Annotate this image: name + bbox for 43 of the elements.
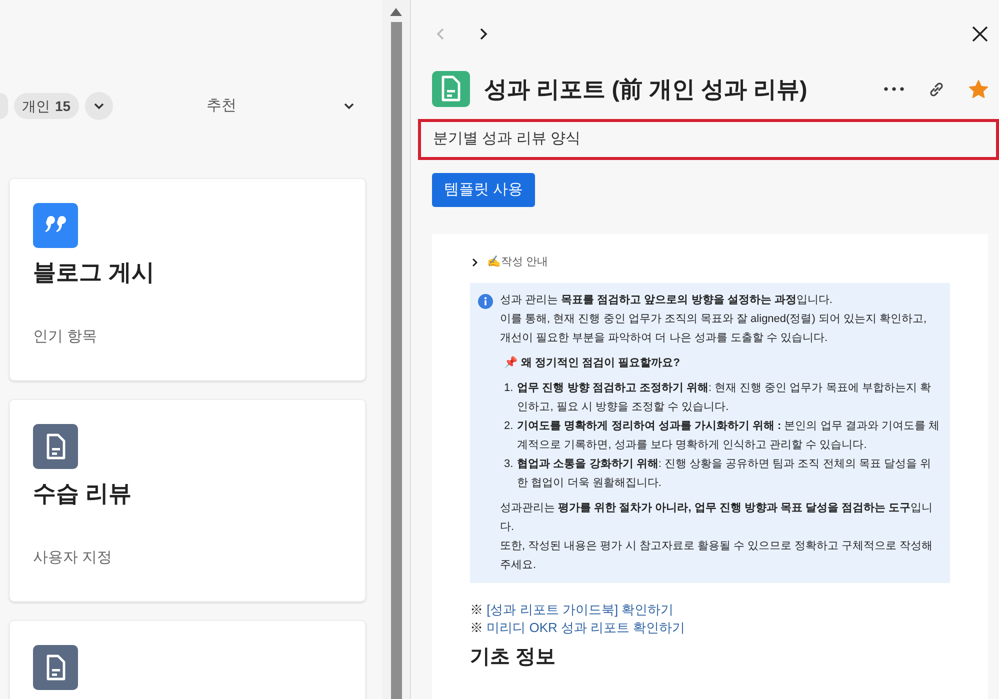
description-field[interactable]: 분기별 성과 리뷰 양식 — [418, 119, 999, 160]
list-number: 3. — [504, 456, 514, 472]
callout-text: 이를 통해, 현재 진행 중인 업무가 조직의 목표와 잘 aligned(정렬) 되어 있는지 확인하고, 개선이 필요한 부분을 파악하여 더 나은 성과를 도출할 수 있습니다. — [500, 312, 928, 346]
callout-text: 성과 관리는 목표를 점검하고 앞으로의 방향을 설정하는 과정입니다. — [500, 292, 834, 308]
scrollbar[interactable] — [382, 0, 410, 699]
callout-text: 성과관리는 평가를 위한 절차가 아니라, 업무 진행 방향과 목표 달성을 점검하는 도구입니다. — [500, 500, 934, 534]
info-icon — [478, 294, 493, 308]
card-subtitle: 인기 항목 — [33, 326, 98, 347]
chevron-left-icon — [436, 26, 446, 40]
use-template-button[interactable]: 템플릿 사용 — [432, 172, 536, 207]
chevron-right-icon — [478, 26, 488, 40]
list-item: 업무 진행 방향 점검하고 조정하기 위해: 현재 진행 중인 업무가 목표에 부합하는지 확인하고, 필요 시 방향을 조정할 수 있습니다. — [517, 380, 932, 414]
quote-icon — [33, 203, 78, 248]
more-icon — [884, 87, 904, 91]
toggle-caret-icon[interactable] — [470, 258, 479, 267]
sort-dropdown[interactable]: 추천 — [206, 94, 237, 118]
expand-button[interactable] — [84, 92, 113, 120]
guide-link[interactable]: [성과 리포트 가이드북] 확인하기 — [486, 602, 674, 616]
list-item: 협업과 소통을 강화하기 위해: 진행 상황을 공유하면 팀과 조직 전체의 목표 달성을 위한 협업이 더욱 원활해집니다. — [517, 456, 932, 490]
reference-mark: ※ — [470, 602, 484, 616]
page-title: 성과 리포트 (前 개인 성과 리뷰) — [484, 74, 808, 104]
document-icon — [432, 71, 470, 107]
document-icon — [33, 424, 78, 469]
callout-text: 또한, 작성된 내용은 평가 시 참고자료로 활용될 수 있으므로 정확하고 구체적으로 작성해 주세요. — [500, 538, 934, 572]
scroll-up-icon[interactable] — [390, 8, 402, 16]
template-card[interactable]: 수습 리뷰 사용자 지정 — [9, 399, 366, 602]
reference-mark: ※ — [470, 620, 484, 634]
toggle-label[interactable]: ✍작성 안내 — [487, 254, 548, 270]
card-title: 수습 리뷰 — [33, 479, 132, 508]
close-icon — [972, 26, 988, 42]
card-title: 블로그 게시 — [33, 258, 156, 287]
section-heading: 기초 정보 — [470, 644, 557, 668]
guide-link[interactable]: 미리디 OKR 성과 리포트 확인하기 — [486, 620, 686, 634]
card-subtitle: 사용자 지정 — [33, 548, 114, 568]
link-icon — [928, 80, 945, 98]
list-item: 기여도를 명확하게 정리하여 성과를 가시화하기 위해 : 본인의 업무 결과와 기여도를 체계적으로 기록하면, 성과를 보다 명확하게 인식하고 관리할 수 있습니다. — [517, 418, 940, 452]
filter-chip[interactable]: 개인 15 — [14, 93, 79, 119]
template-card[interactable]: 블로그 게시 인기 항목 — [9, 178, 366, 381]
list-number: 1. — [504, 380, 514, 396]
callout-heading: 📌 왜 정기적인 점검이 필요할까요? — [504, 355, 681, 370]
list-number: 2. — [504, 418, 514, 434]
star-icon — [969, 80, 988, 98]
document-icon — [33, 645, 78, 690]
